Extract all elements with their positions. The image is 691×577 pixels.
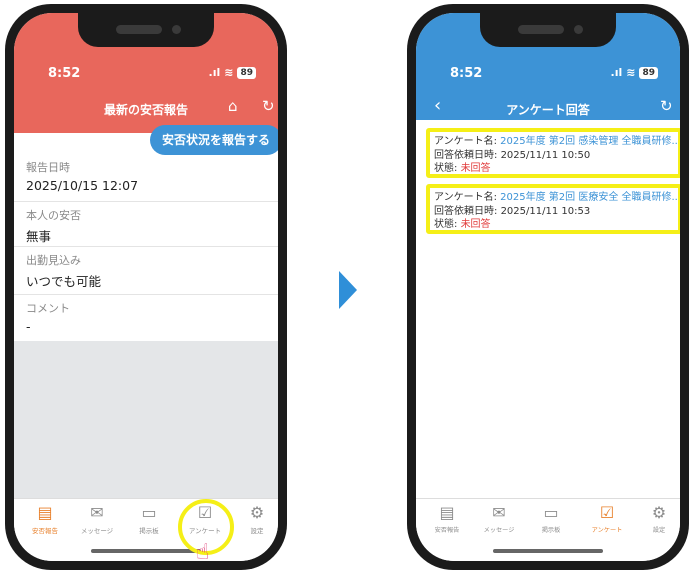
survey-state: 未回答 — [460, 163, 491, 174]
survey-state-label: 状態: — [434, 219, 461, 230]
gear-icon: ⚙ — [651, 503, 667, 522]
field-label: 本人の安否 — [26, 209, 81, 222]
status-time: 8:52 — [48, 66, 81, 81]
screen-left: 8:52 .ıl ≋ 89 最新の安否報告 ⌂ ↻ 安否状況を報告する 報告日時… — [14, 13, 278, 561]
survey-date-label: 回答依頼日時: — [434, 149, 501, 161]
page-title: 最新の安否報告 — [103, 103, 188, 117]
battery-icon: 89 — [639, 66, 658, 79]
notch — [78, 13, 214, 47]
tab-board[interactable]: ▭ 掲示板 — [526, 503, 576, 534]
field-value: 無事 — [26, 229, 52, 244]
tab-settings[interactable]: ⚙ 設定 — [634, 503, 680, 534]
survey-list: アンケート名: 2025年度 第2回 感染管理 全職員研修... 回答依頼日時:… — [422, 128, 680, 242]
home-icon[interactable]: ⌂ — [228, 97, 238, 115]
status-icons: .ıl ≋ 89 — [611, 66, 658, 79]
tab-message[interactable]: ✉ メッセージ — [474, 503, 524, 534]
tab-label: メッセージ — [483, 527, 515, 534]
tab-bar: ▤ 安否報告 ✉ メッセージ ▭ 掲示板 ☑ アンケート ⚙ 設定 — [416, 498, 680, 561]
survey-date: 2025/11/11 10:53 — [500, 205, 591, 217]
tab-board[interactable]: ▭ 掲示板 — [124, 503, 174, 535]
arrow-right-icon — [339, 271, 357, 309]
board-icon: ▭ — [141, 503, 157, 522]
tab-message[interactable]: ✉ メッセージ — [72, 503, 122, 535]
mail-icon: ✉ — [492, 503, 506, 522]
refresh-icon[interactable]: ↻ — [660, 97, 673, 115]
signal-icon: .ıl — [208, 66, 221, 79]
clipboard-icon: ▤ — [37, 503, 53, 522]
clipboard-icon: ▤ — [439, 503, 455, 522]
tab-label: メッセージ — [80, 527, 114, 535]
tab-label: 掲示板 — [541, 527, 561, 534]
gear-icon: ⚙ — [249, 503, 265, 522]
pointer-hand-icon: ☝ — [196, 540, 210, 565]
tab-survey[interactable]: ☑ アンケート — [582, 503, 632, 534]
survey-name-label: アンケート名: — [434, 192, 501, 203]
survey-name: 2025年度 第2回 医療安全 全職員研修... — [500, 192, 680, 203]
field-report-datetime: 報告日時 2025/10/15 12:07 — [14, 153, 278, 202]
field-value: いつでも可能 — [26, 274, 102, 289]
tab-label: 安否報告 — [434, 527, 460, 534]
field-attendance: 出勤見込み いつでも可能 — [14, 246, 278, 295]
survey-item[interactable]: アンケート名: 2025年度 第2回 感染管理 全職員研修... 回答依頼日時:… — [426, 128, 680, 178]
page-title: アンケート回答 — [506, 103, 590, 117]
wifi-icon: ≋ — [626, 66, 636, 79]
tab-label: 安否報告 — [32, 527, 58, 535]
board-icon: ▭ — [543, 503, 559, 522]
survey-name: 2025年度 第2回 感染管理 全職員研修... — [500, 136, 680, 147]
wifi-icon: ≋ — [224, 66, 234, 79]
survey-item[interactable]: アンケート名: 2025年度 第2回 医療安全 全職員研修... 回答依頼日時:… — [426, 184, 680, 234]
survey-date: 2025/11/11 10:50 — [500, 149, 591, 161]
survey-state-label: 状態: — [434, 163, 461, 174]
status-time: 8:52 — [450, 66, 483, 81]
screen-right: 8:52 .ıl ≋ 89 ‹ アンケート回答 ↻ アンケート名: 2025年度… — [416, 13, 680, 561]
status-icons: .ıl ≋ 89 — [209, 66, 256, 79]
survey-name-label: アンケート名: — [434, 136, 501, 147]
survey-icon: ☑ — [599, 503, 615, 522]
tab-label: 掲示板 — [139, 527, 159, 535]
home-indicator — [91, 549, 201, 553]
field-label: 報告日時 — [26, 161, 70, 174]
home-indicator — [493, 549, 603, 553]
phone-left: 8:52 .ıl ≋ 89 最新の安否報告 ⌂ ↻ 安否状況を報告する 報告日時… — [5, 4, 287, 570]
field-comment: コメント - — [14, 294, 278, 341]
field-label: 出勤見込み — [26, 254, 81, 267]
tab-safety-report[interactable]: ▤ 安否報告 — [20, 503, 70, 535]
notch — [480, 13, 616, 47]
survey-date-label: 回答依頼日時: — [434, 205, 501, 217]
tab-safety-report[interactable]: ▤ 安否報告 — [422, 503, 472, 534]
field-value: 2025/10/15 12:07 — [26, 178, 139, 193]
tab-label: 設定 — [250, 527, 264, 535]
tab-label: アンケート — [591, 527, 623, 534]
tab-label: 設定 — [652, 527, 666, 534]
survey-state: 未回答 — [460, 219, 491, 230]
battery-icon: 89 — [237, 66, 256, 79]
field-safety: 本人の安否 無事 — [14, 201, 278, 247]
field-label: コメント — [26, 302, 70, 315]
mail-icon: ✉ — [90, 503, 104, 522]
tab-bar: ▤ 安否報告 ✉ メッセージ ▭ 掲示板 ☑ アンケート ⚙ 設定 — [14, 498, 278, 561]
report-status-button[interactable]: 安否状況を報告する — [150, 125, 278, 155]
tab-settings[interactable]: ⚙ 設定 — [232, 503, 278, 535]
field-value: - — [26, 319, 31, 334]
signal-icon: .ıl — [610, 66, 623, 79]
empty-area — [14, 341, 278, 509]
phone-right: 8:52 .ıl ≋ 89 ‹ アンケート回答 ↻ アンケート名: 2025年度… — [407, 4, 689, 570]
refresh-icon[interactable]: ↻ — [262, 97, 275, 115]
